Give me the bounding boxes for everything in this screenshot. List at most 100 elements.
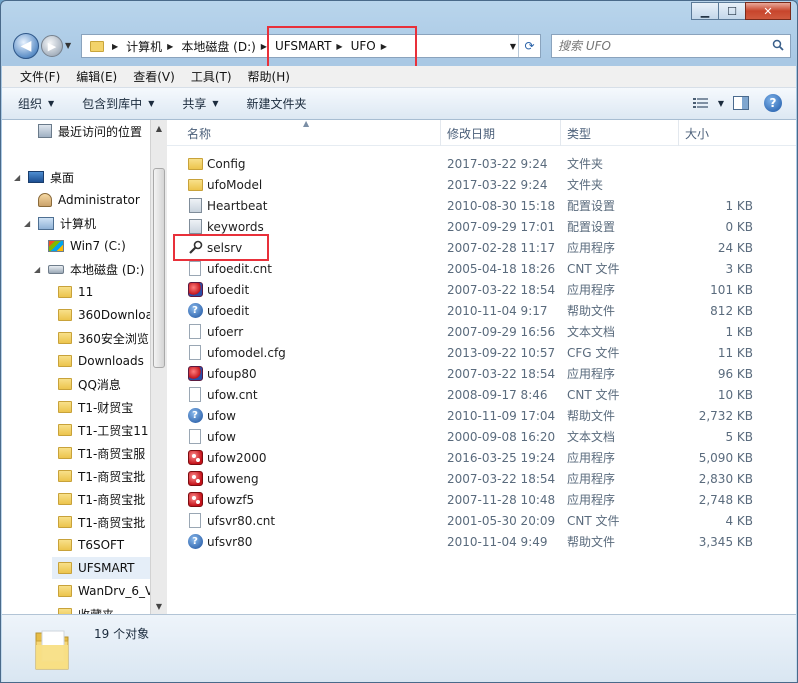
file-row[interactable]: ? ufsvr80 2010-11-04 9:49 帮助文件 3,345 KB: [167, 531, 796, 552]
close-button[interactable]: ✕: [745, 2, 791, 20]
chevron-right-icon[interactable]: ▶: [110, 42, 123, 51]
nav-item[interactable]: 360安全浏览: [58, 327, 150, 349]
file-date: 2007-03-22 18:54: [447, 282, 556, 297]
column-header-date[interactable]: 修改日期: [441, 120, 561, 146]
file-size: 3 KB: [725, 261, 753, 276]
scroll-down-arrow[interactable]: ▼: [151, 598, 167, 614]
nav-item[interactable]: 桌面: [28, 166, 150, 188]
tree-expand-icon[interactable]: ◢: [24, 219, 30, 228]
file-row[interactable]: ufomodel.cfg 2013-09-22 10:57 CFG 文件 11 KB: [167, 342, 796, 363]
file-row[interactable]: selsrv 2007-02-28 11:17 应用程序 24 KB: [167, 237, 796, 258]
share-button[interactable]: 共享 ▼: [182, 95, 218, 112]
nav-item[interactable]: Administrator: [38, 189, 150, 211]
breadcrumb-drive-d[interactable]: 本地磁盘 (D:): [178, 35, 258, 57]
nav-item[interactable]: Win7 (C:): [48, 235, 150, 257]
nav-item[interactable]: Downloads: [58, 350, 150, 372]
column-header-name[interactable]: 名称: [181, 120, 441, 146]
document-icon: [187, 513, 203, 529]
application-icon: [187, 366, 203, 382]
menu-edit[interactable]: 编辑(E): [68, 68, 125, 85]
menu-file[interactable]: 文件(F): [12, 68, 68, 85]
nav-item[interactable]: 计算机: [38, 212, 150, 234]
file-row[interactable]: Config 2017-03-22 9:24 文件夹: [167, 153, 796, 174]
chevron-right-icon[interactable]: ▶: [379, 42, 392, 51]
file-row[interactable]: ? ufoedit 2010-11-04 9:17 帮助文件 812 KB: [167, 300, 796, 321]
nav-item[interactable]: T6SOFT: [58, 534, 150, 556]
file-row[interactable]: ufow 2000-09-08 16:20 文本文档 5 KB: [167, 426, 796, 447]
search-icon[interactable]: [772, 39, 784, 51]
view-dropdown-icon[interactable]: ▼: [718, 99, 724, 108]
back-button[interactable]: ◀: [13, 33, 39, 59]
maximize-button[interactable]: ☐: [718, 2, 746, 20]
file-row[interactable]: ufsvr80.cnt 2001-05-30 20:09 CNT 文件 4 KB: [167, 510, 796, 531]
file-row[interactable]: ufowzf5 2007-11-28 10:48 应用程序 2,748 KB: [167, 489, 796, 510]
view-options-button[interactable]: [690, 94, 712, 112]
file-date: 2007-03-22 18:54: [447, 471, 556, 486]
tree-expand-icon[interactable]: ◢: [34, 265, 40, 274]
include-in-library-button[interactable]: 包含到库中 ▼: [82, 95, 154, 112]
file-row[interactable]: ufoedit.cnt 2005-04-18 18:26 CNT 文件 3 KB: [167, 258, 796, 279]
menu-help[interactable]: 帮助(H): [240, 68, 298, 85]
nav-item-label: T6SOFT: [78, 538, 125, 552]
nav-item[interactable]: T1-商贸宝批: [58, 465, 150, 487]
nav-item-label: 360安全浏览: [78, 331, 149, 346]
file-row[interactable]: keywords 2007-09-29 17:01 配置设置 0 KB: [167, 216, 796, 237]
chevron-right-icon[interactable]: ▶: [259, 42, 272, 51]
minimize-button[interactable]: ▁: [691, 2, 719, 20]
refresh-button[interactable]: ⟳: [518, 35, 540, 57]
menu-tools[interactable]: 工具(T): [183, 68, 240, 85]
file-row[interactable]: ufoedit 2007-03-22 18:54 应用程序 101 KB: [167, 279, 796, 300]
nav-item[interactable]: QQ消息: [58, 373, 150, 395]
nav-item-label: T1-工贸宝11: [78, 423, 149, 438]
column-header-size[interactable]: 大小: [679, 120, 759, 146]
file-name-cell: Config: [187, 153, 246, 174]
address-history-dropdown[interactable]: ▼: [510, 42, 516, 51]
file-row[interactable]: ufow2000 2016-03-25 19:24 应用程序 5,090 KB: [167, 447, 796, 468]
nav-item-label: 计算机: [60, 216, 97, 231]
file-row[interactable]: ufow.cnt 2008-09-17 8:46 CNT 文件 10 KB: [167, 384, 796, 405]
nav-item[interactable]: T1-商贸宝服: [58, 442, 150, 464]
file-row[interactable]: ufoweng 2007-03-22 18:54 应用程序 2,830 KB: [167, 468, 796, 489]
preview-pane-button[interactable]: [730, 94, 752, 112]
address-bar[interactable]: ▶ 计算机 ▶ 本地磁盘 (D:) ▶ UFSMART ▶ UFO ▶ ▼ ⟳: [81, 34, 541, 58]
search-box[interactable]: [551, 34, 791, 58]
title-bar[interactable]: ▁ ☐ ✕: [1, 1, 797, 31]
nav-item[interactable]: 11: [58, 281, 150, 303]
file-list[interactable]: ▲ 名称 修改日期 类型 大小 Config 2017-03-22 9:24 文件夹…: [167, 119, 796, 614]
chevron-right-icon[interactable]: ▶: [165, 42, 178, 51]
search-input[interactable]: [558, 39, 758, 53]
navigation-pane[interactable]: 最近访问的位置桌面 Administrator 计算机 Win7 (C:) 本地磁盘 (…: [2, 120, 150, 614]
nav-item[interactable]: T1-工贸宝11: [58, 419, 150, 441]
breadcrumb-computer[interactable]: 计算机: [123, 35, 165, 57]
navigation-scrollbar[interactable]: ▲ ▼: [150, 120, 167, 614]
drive-icon: [48, 264, 64, 274]
file-row[interactable]: ufoerr 2007-09-29 16:56 文本文档 1 KB: [167, 321, 796, 342]
file-row[interactable]: ? ufow 2010-11-09 17:04 帮助文件 2,732 KB: [167, 405, 796, 426]
forward-button[interactable]: ▶: [41, 35, 63, 57]
nav-item[interactable]: 收藏夹: [58, 603, 150, 614]
column-header-type[interactable]: 类型: [561, 120, 679, 146]
nav-item[interactable]: T1-商贸宝批: [58, 511, 150, 533]
recent-pages-dropdown[interactable]: ▼: [65, 41, 71, 50]
organize-button[interactable]: 组织 ▼: [18, 95, 54, 112]
scroll-up-arrow[interactable]: ▲: [151, 120, 167, 136]
nav-item[interactable]: 本地磁盘 (D:): [48, 258, 150, 280]
file-row[interactable]: ufoup80 2007-03-22 18:54 应用程序 96 KB: [167, 363, 796, 384]
menu-view[interactable]: 查看(V): [125, 68, 183, 85]
tree-expand-icon[interactable]: ◢: [14, 173, 20, 182]
scroll-thumb[interactable]: [153, 168, 165, 368]
chevron-right-icon[interactable]: ▶: [334, 42, 347, 51]
breadcrumb-ufo[interactable]: UFO: [348, 35, 379, 57]
new-folder-button[interactable]: 新建文件夹: [247, 95, 307, 112]
nav-item[interactable]: UFSMART: [52, 557, 150, 579]
nav-item[interactable]: T1-商贸宝批: [58, 488, 150, 510]
file-name: ufomodel.cfg: [207, 345, 286, 360]
file-row[interactable]: Heartbeat 2010-08-30 15:18 配置设置 1 KB: [167, 195, 796, 216]
breadcrumb-ufsmart[interactable]: UFSMART: [272, 35, 334, 57]
file-row[interactable]: ufoModel 2017-03-22 9:24 文件夹: [167, 174, 796, 195]
help-icon[interactable]: ?: [764, 94, 782, 112]
nav-item[interactable]: 最近访问的位置: [38, 120, 150, 142]
nav-item[interactable]: 360Downloa: [58, 304, 150, 326]
nav-item[interactable]: WanDrv_6_V: [58, 580, 150, 602]
nav-item[interactable]: T1-财贸宝: [58, 396, 150, 418]
